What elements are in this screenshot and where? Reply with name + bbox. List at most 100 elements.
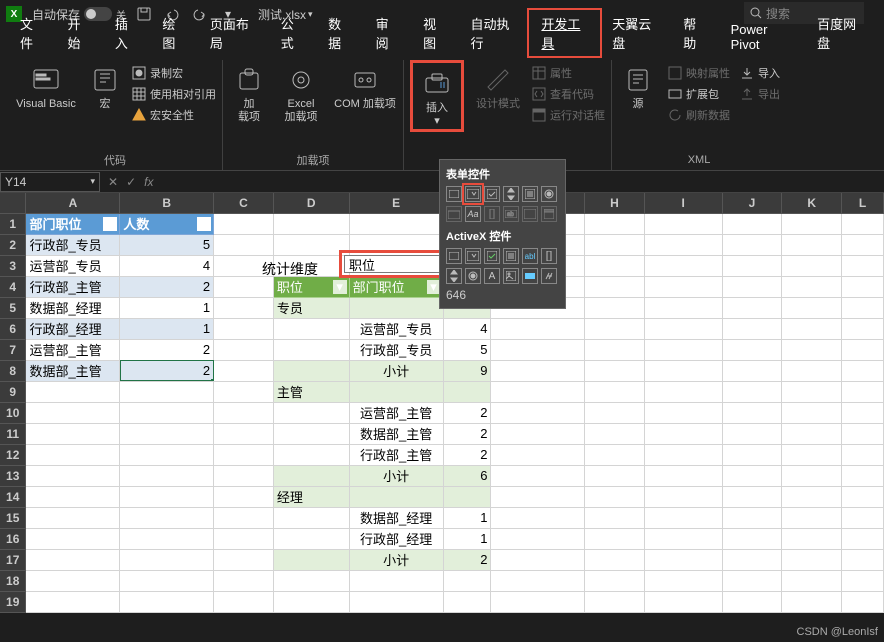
tab-draw[interactable]: 绘图 (150, 10, 197, 56)
cell-B5[interactable]: 1 (120, 297, 214, 318)
ax-button-icon[interactable] (446, 248, 462, 264)
cell-F19[interactable] (443, 591, 491, 612)
cell-H4[interactable] (585, 276, 645, 297)
cell-J1[interactable] (722, 213, 782, 234)
col-K[interactable]: K (782, 193, 842, 213)
excel-addins-button[interactable]: Excel 加载项 (279, 60, 323, 124)
cell-C13[interactable] (214, 465, 274, 486)
ax-option-icon[interactable] (465, 268, 481, 284)
cell-D17[interactable] (273, 549, 349, 570)
tab-view[interactable]: 视图 (411, 10, 458, 56)
expansion-button[interactable]: 扩展包 (668, 85, 730, 103)
cell-H11[interactable] (585, 423, 645, 444)
cell-G19[interactable] (491, 591, 585, 612)
ax-listbox-icon[interactable] (503, 248, 519, 264)
ax-image-icon[interactable] (503, 268, 519, 284)
cell-K17[interactable] (782, 549, 842, 570)
cell-L15[interactable] (842, 507, 884, 528)
cell-J7[interactable] (722, 339, 782, 360)
cell-E19[interactable] (349, 591, 443, 612)
cell-L7[interactable] (842, 339, 884, 360)
col-I[interactable]: I (644, 193, 722, 213)
cell-D1[interactable] (273, 213, 349, 234)
cell-C7[interactable] (214, 339, 274, 360)
row-18[interactable]: 18 (0, 570, 26, 591)
cell-G18[interactable] (491, 570, 585, 591)
cell-E5[interactable] (349, 297, 443, 318)
cell-E8[interactable]: 小计 (349, 360, 443, 381)
export-button[interactable]: 导出 (740, 85, 780, 103)
row-14[interactable]: 14 (0, 486, 26, 507)
cell-A14[interactable] (26, 486, 120, 507)
col-H[interactable]: H (585, 193, 645, 213)
cell-F18[interactable] (443, 570, 491, 591)
cell-B12[interactable] (120, 444, 214, 465)
cell-L1[interactable] (842, 213, 884, 234)
run-dialog-button[interactable]: 运行对话框 (532, 106, 605, 124)
cell-E12[interactable]: 行政部_主管 (349, 444, 443, 465)
cell-L6[interactable] (842, 318, 884, 339)
cell-C1[interactable] (214, 213, 274, 234)
col-L[interactable]: L (842, 193, 884, 213)
cell-H18[interactable] (585, 570, 645, 591)
cell-L5[interactable] (842, 297, 884, 318)
cancel-icon[interactable]: ✕ (108, 175, 118, 189)
cell-E7[interactable]: 行政部_专员 (349, 339, 443, 360)
cell-H14[interactable] (585, 486, 645, 507)
cell-E10[interactable]: 运营部_主管 (349, 402, 443, 423)
cell-G13[interactable] (491, 465, 585, 486)
row-10[interactable]: 10 (0, 402, 26, 423)
cell-G9[interactable] (491, 381, 585, 402)
cell-K7[interactable] (782, 339, 842, 360)
cell-C6[interactable] (214, 318, 274, 339)
properties-button[interactable]: 属性 (532, 64, 605, 82)
cell-H13[interactable] (585, 465, 645, 486)
form-option-icon[interactable] (541, 186, 557, 202)
cell-A5[interactable]: 数据部_经理 (26, 297, 120, 318)
cell-B9[interactable] (120, 381, 214, 402)
cell-D12[interactable] (273, 444, 349, 465)
cell-D2[interactable] (273, 234, 349, 255)
row-11[interactable]: 11 (0, 423, 26, 444)
cell-E1[interactable] (349, 213, 443, 234)
cell-F14[interactable] (443, 486, 491, 507)
row-19[interactable]: 19 (0, 591, 26, 612)
cell-C11[interactable] (214, 423, 274, 444)
cell-K3[interactable] (782, 255, 842, 276)
cell-A4[interactable]: 行政部_主管 (26, 276, 120, 297)
cell-D14[interactable]: 经理 (273, 486, 349, 507)
form-textfield-icon[interactable]: ab (503, 206, 519, 222)
cell-I16[interactable] (644, 528, 722, 549)
cell-B14[interactable] (120, 486, 214, 507)
cell-G14[interactable] (491, 486, 585, 507)
cell-J11[interactable] (722, 423, 782, 444)
cell-K16[interactable] (782, 528, 842, 549)
cell-F13[interactable]: 6 (443, 465, 491, 486)
cell-J2[interactable] (722, 234, 782, 255)
ax-spin-icon[interactable] (446, 268, 462, 284)
form-groupbox-icon[interactable] (446, 206, 462, 222)
cell-I1[interactable] (644, 213, 722, 234)
tab-pagelayout[interactable]: 页面布局 (198, 10, 269, 56)
cell-I14[interactable] (644, 486, 722, 507)
cell-F11[interactable]: 2 (443, 423, 491, 444)
ax-textbox-icon[interactable]: abl (522, 248, 538, 264)
cell-I3[interactable] (644, 255, 722, 276)
col-B[interactable]: B (120, 193, 214, 213)
cell-C8[interactable] (214, 360, 274, 381)
cell-L19[interactable] (842, 591, 884, 612)
macro-security-button[interactable]: 宏安全性 (132, 106, 216, 124)
filter-dropdown-icon[interactable]: ▾ (103, 217, 117, 231)
ax-scrollbar-icon[interactable] (541, 248, 557, 264)
cell-L3[interactable] (842, 255, 884, 276)
tab-automate[interactable]: 自动执行 (459, 10, 530, 56)
addins-button[interactable]: 加 载项 (229, 60, 269, 124)
cell-A1[interactable]: 部门职位▾ (26, 213, 120, 234)
col-C[interactable]: C (214, 193, 274, 213)
cell-C17[interactable] (214, 549, 274, 570)
cell-H16[interactable] (585, 528, 645, 549)
cell-J3[interactable] (722, 255, 782, 276)
cell-B1[interactable]: 人数▾ (120, 213, 214, 234)
tab-home[interactable]: 开始 (55, 10, 102, 56)
cell-H12[interactable] (585, 444, 645, 465)
